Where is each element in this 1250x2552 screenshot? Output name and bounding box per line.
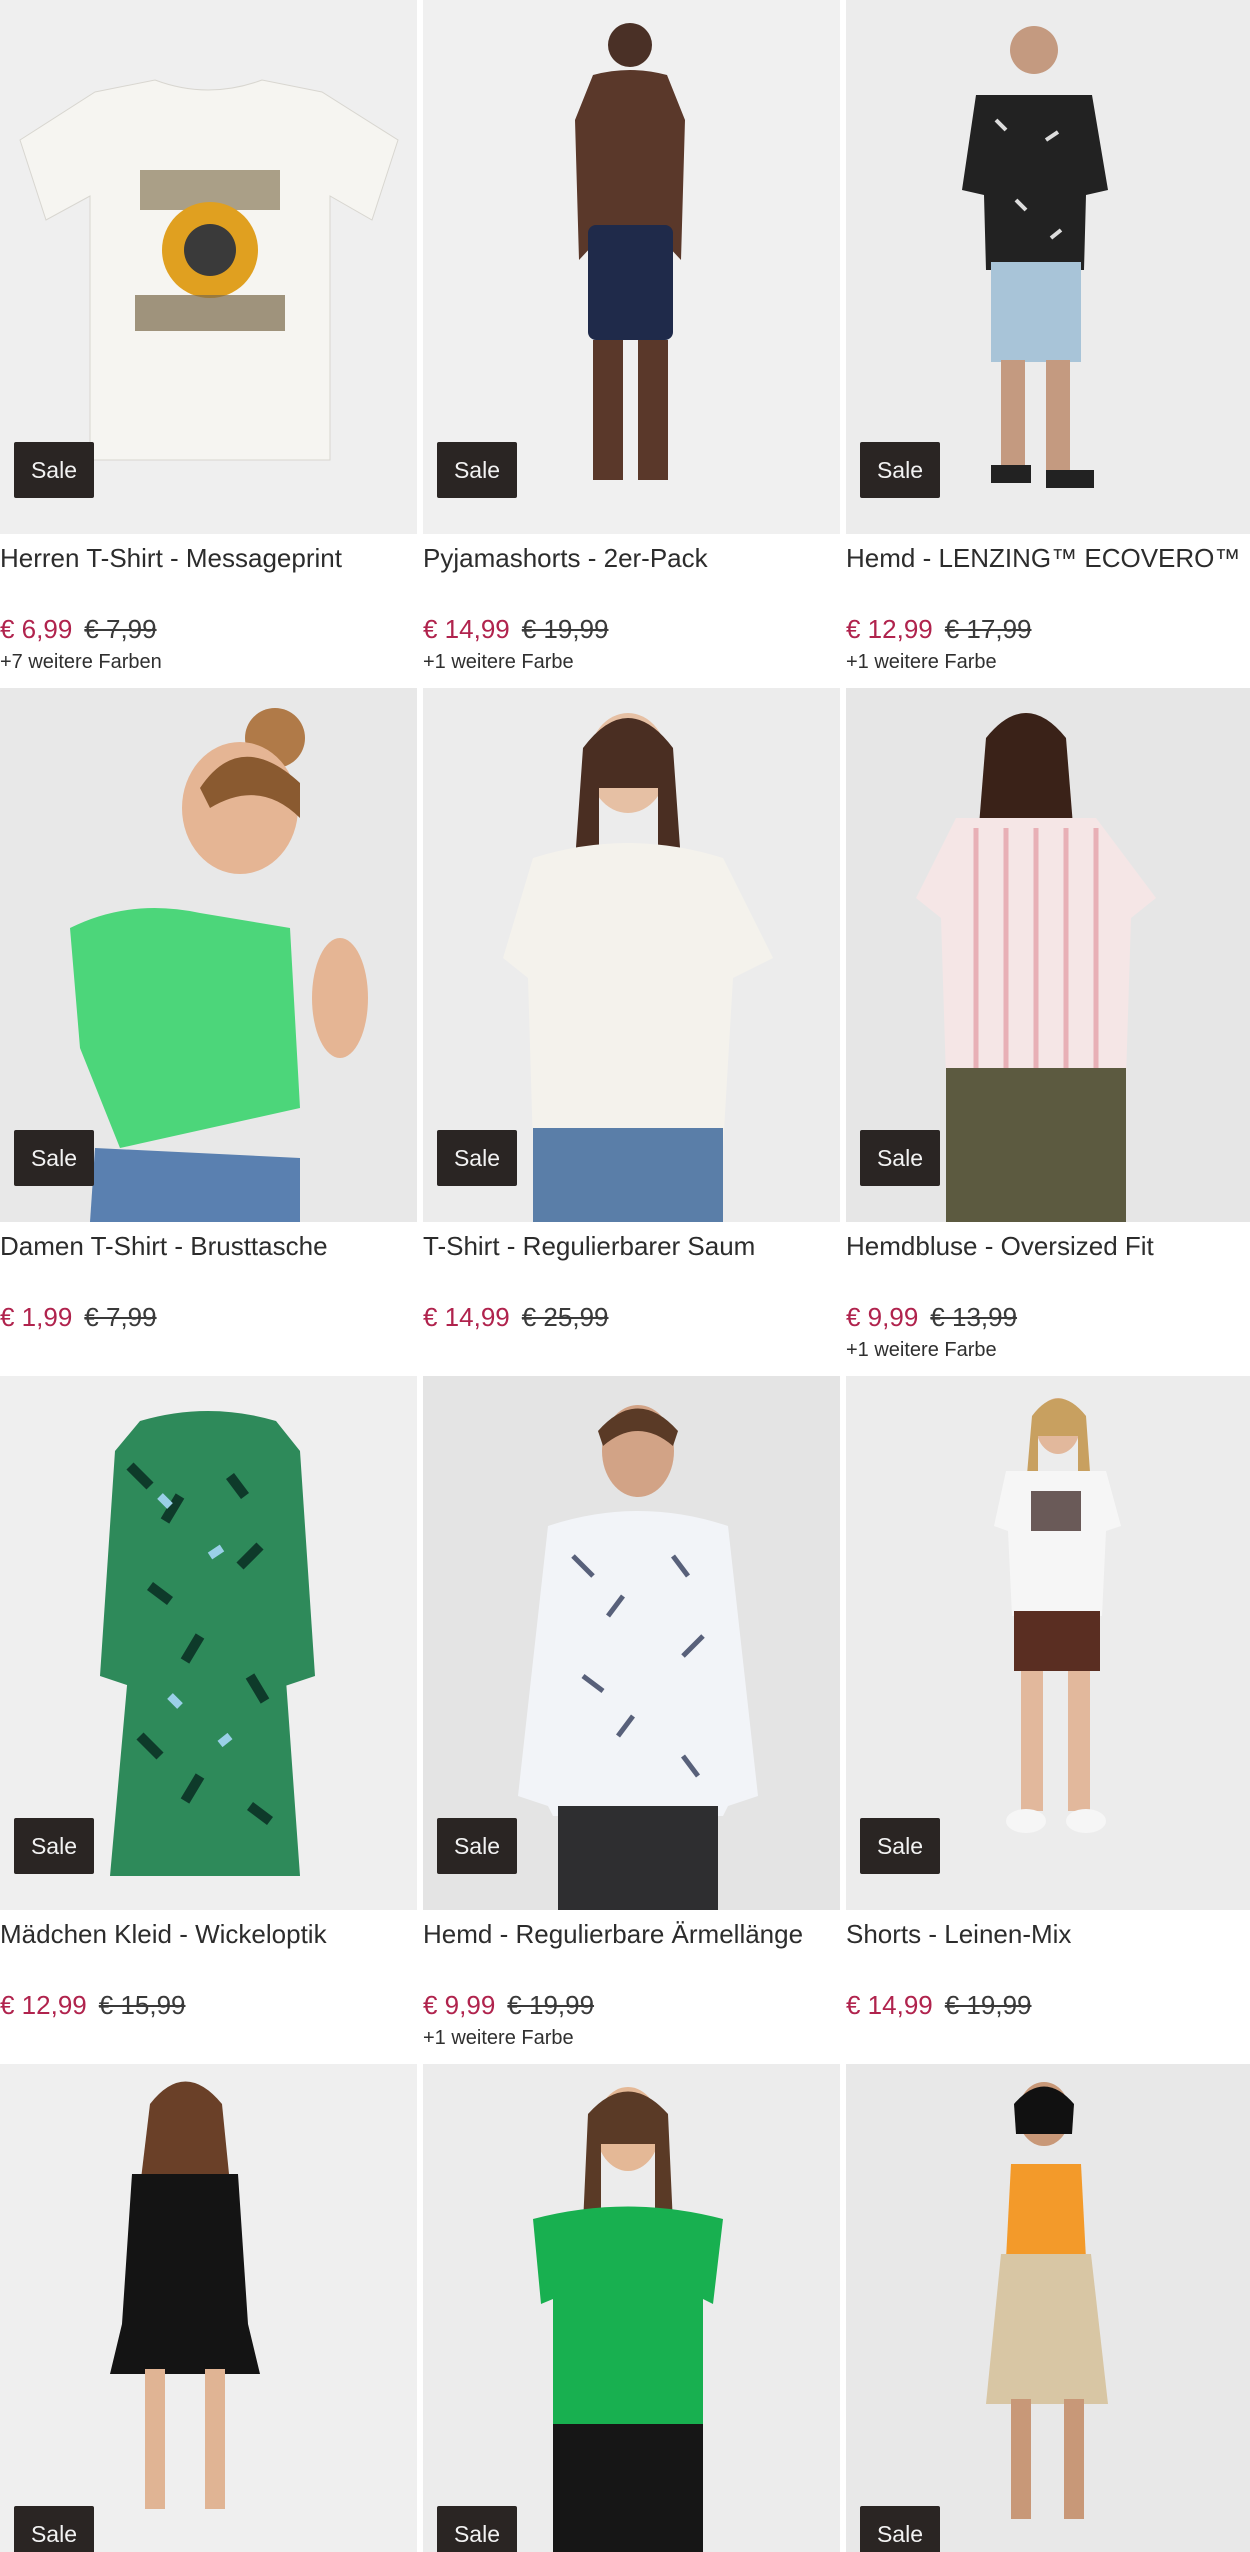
sale-badge: Sale xyxy=(14,2506,94,2552)
product-card[interactable]: Sale Herren T-Shirt - Messageprint € 6,9… xyxy=(0,0,417,688)
product-image[interactable]: Sale xyxy=(0,0,417,534)
price-row: € 1,99 € 7,99 xyxy=(0,1301,417,1333)
original-price: € 19,99 xyxy=(507,1990,595,2020)
product-image[interactable]: Sale xyxy=(423,2064,840,2552)
product-card[interactable]: Sale Hemd - LENZING™ ECOVERO™ € 12,99 € 1… xyxy=(846,0,1250,688)
sale-price: € 9,99 xyxy=(846,1302,919,1332)
product-title[interactable]: Damen T-Shirt - Brusttasche xyxy=(0,1230,417,1262)
color-variants[interactable]: +1 weitere Farbe xyxy=(846,650,1250,674)
product-grid: Sale Herren T-Shirt - Messageprint € 6,9… xyxy=(0,0,1250,2552)
original-price: € 19,99 xyxy=(944,1990,1032,2020)
sale-badge: Sale xyxy=(14,1818,94,1874)
color-variants[interactable]: +1 weitere Farbe xyxy=(423,2026,840,2050)
original-price: € 15,99 xyxy=(98,1990,186,2020)
sale-badge: Sale xyxy=(14,1130,94,1186)
sale-price: € 6,99 xyxy=(0,614,73,644)
product-card[interactable]: Sale xyxy=(846,2064,1250,2552)
product-title[interactable]: Hemd - LENZING™ ECOVERO™ xyxy=(846,542,1250,574)
product-card[interactable]: Sale Shorts - Leinen-Mix € 14,99 € 19,99 xyxy=(846,1376,1250,2064)
product-image[interactable]: Sale xyxy=(0,688,417,1222)
sale-price: € 14,99 xyxy=(846,1990,933,2020)
price-row: € 9,99 € 13,99 xyxy=(846,1301,1250,1333)
price-row: € 14,99 € 19,99 xyxy=(846,1989,1250,2021)
sale-price: € 9,99 xyxy=(423,1990,496,2020)
sale-badge: Sale xyxy=(437,442,517,498)
product-title[interactable]: Mädchen Kleid - Wickeloptik xyxy=(0,1918,417,1950)
product-title[interactable]: Herren T-Shirt - Messageprint xyxy=(0,542,417,574)
sale-badge: Sale xyxy=(860,2506,940,2552)
sale-price: € 12,99 xyxy=(846,614,933,644)
product-image[interactable]: Sale xyxy=(423,688,840,1222)
product-image[interactable]: Sale xyxy=(846,2064,1250,2552)
price-row: € 12,99 € 15,99 xyxy=(0,1989,417,2021)
product-card[interactable]: Sale Damen T-Shirt - Brusttasche € 1,99 €… xyxy=(0,688,417,1376)
product-title[interactable]: Hemdbluse - Oversized Fit xyxy=(846,1230,1250,1262)
product-image[interactable]: Sale xyxy=(0,2064,417,2552)
sale-price: € 12,99 xyxy=(0,1990,87,2020)
product-card[interactable]: Sale Hemdbluse - Oversized Fit € 9,99 € 1… xyxy=(846,688,1250,1376)
color-variants[interactable]: +1 weitere Farbe xyxy=(423,650,840,674)
product-image[interactable]: Sale xyxy=(846,688,1250,1222)
product-card[interactable]: Sale T-Shirt - Regulierbarer Saum € 14,9… xyxy=(423,688,840,1376)
product-card[interactable]: Sale Hemd - Regulierbare Ärmellänge € 9,… xyxy=(423,1376,840,2064)
original-price: € 13,99 xyxy=(930,1302,1018,1332)
product-image[interactable]: Sale xyxy=(423,0,840,534)
product-image[interactable]: Sale xyxy=(423,1376,840,1910)
product-title[interactable]: Shorts - Leinen-Mix xyxy=(846,1918,1250,1950)
product-title[interactable]: T-Shirt - Regulierbarer Saum xyxy=(423,1230,840,1262)
product-image[interactable]: Sale xyxy=(846,0,1250,534)
original-price: € 25,99 xyxy=(521,1302,609,1332)
product-title[interactable]: Hemd - Regulierbare Ärmellänge xyxy=(423,1918,840,1950)
price-row: € 6,99 € 7,99 xyxy=(0,613,417,645)
sale-badge: Sale xyxy=(860,442,940,498)
color-variants[interactable]: +1 weitere Farbe xyxy=(846,1338,1250,1362)
product-image[interactable]: Sale xyxy=(846,1376,1250,1910)
price-row: € 14,99 € 25,99 xyxy=(423,1301,840,1333)
price-row: € 14,99 € 19,99 xyxy=(423,613,840,645)
sale-price: € 1,99 xyxy=(0,1302,73,1332)
product-card[interactable]: Sale xyxy=(423,2064,840,2552)
product-card[interactable]: Sale Pyjamashorts - 2er-Pack € 14,99 € 19… xyxy=(423,0,840,688)
sale-price: € 14,99 xyxy=(423,1302,510,1332)
product-image[interactable]: Sale xyxy=(0,1376,417,1910)
sale-badge: Sale xyxy=(860,1818,940,1874)
original-price: € 19,99 xyxy=(521,614,609,644)
color-variants[interactable]: +7 weitere Farben xyxy=(0,650,417,674)
price-row: € 12,99 € 17,99 xyxy=(846,613,1250,645)
sale-badge: Sale xyxy=(437,1818,517,1874)
price-row: € 9,99 € 19,99 xyxy=(423,1989,840,2021)
original-price: € 7,99 xyxy=(84,1302,157,1332)
product-card[interactable]: Sale xyxy=(0,2064,417,2552)
sale-badge: Sale xyxy=(437,1130,517,1186)
original-price: € 7,99 xyxy=(84,614,157,644)
product-card[interactable]: Sale Mädchen Kleid - Wickeloptik € 12,99… xyxy=(0,1376,417,2064)
product-title[interactable]: Pyjamashorts - 2er-Pack xyxy=(423,542,840,574)
sale-price: € 14,99 xyxy=(423,614,510,644)
sale-badge: Sale xyxy=(860,1130,940,1186)
sale-badge: Sale xyxy=(14,442,94,498)
original-price: € 17,99 xyxy=(944,614,1032,644)
sale-badge: Sale xyxy=(437,2506,517,2552)
